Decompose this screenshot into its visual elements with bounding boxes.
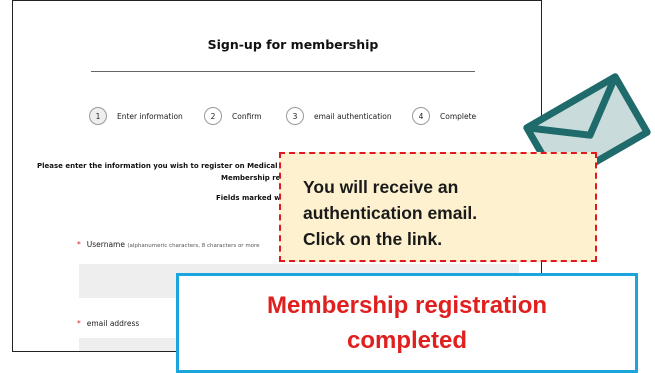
required-fields-note: Fields marked w: [216, 194, 281, 202]
step-number: 1: [89, 107, 107, 125]
intro-text: Please enter the information you wish to…: [37, 162, 291, 170]
username-label-text: Username: [86, 240, 125, 249]
intro-text-membership: Membership re: [221, 174, 281, 182]
email-label-text: email address: [86, 319, 140, 328]
username-hint: (alphanumeric characters, 8 characters o…: [127, 243, 260, 249]
title-divider: [91, 71, 475, 72]
banner-line: Membership registration: [266, 292, 548, 319]
step-complete: 4 Complete: [412, 107, 476, 125]
username-label: * Username (alphanumeric characters, 8 ch…: [77, 240, 260, 249]
step-number: 3: [286, 107, 304, 125]
email-label: * email address: [77, 319, 139, 328]
callout-line: Click on the link.: [303, 229, 443, 249]
banner-text: Membership registration completed: [179, 288, 635, 358]
callout-text: You will receive an authentication email…: [303, 174, 477, 252]
required-marker: *: [77, 319, 81, 328]
callout-line: You will receive an: [303, 177, 459, 197]
step-label: email authentication: [314, 111, 392, 121]
step-number: 2: [204, 107, 222, 125]
callout-line: authentication email.: [303, 203, 478, 223]
page-title: Sign-up for membership: [207, 37, 379, 52]
registration-completed-banner: Membership registration completed: [176, 273, 638, 373]
required-marker: *: [77, 240, 81, 249]
step-enter-information: 1 Enter information: [89, 107, 183, 125]
step-label: Enter information: [117, 111, 183, 121]
step-number: 4: [412, 107, 430, 125]
step-email-authentication: 3 email authentication: [286, 107, 392, 125]
banner-line: completed: [346, 327, 468, 354]
step-confirm: 2 Confirm: [204, 107, 262, 125]
step-label: Confirm: [232, 111, 262, 121]
email-authentication-callout: You will receive an authentication email…: [279, 152, 597, 262]
step-label: Complete: [440, 111, 477, 121]
